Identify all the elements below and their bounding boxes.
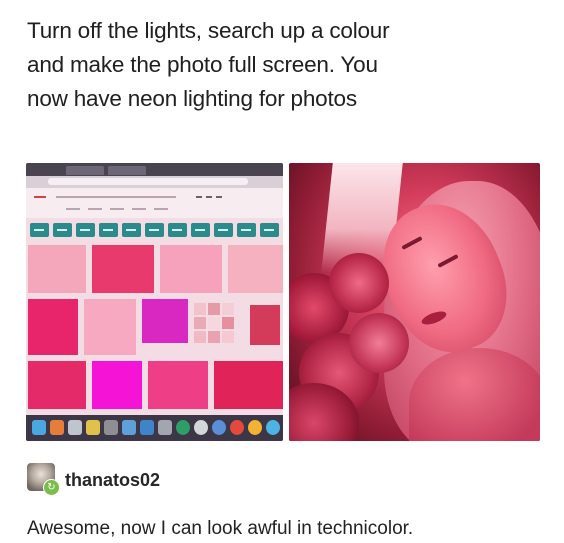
color-swatch <box>222 317 234 329</box>
comment-username[interactable]: thanatos02 <box>65 470 160 491</box>
color-swatch <box>194 303 206 315</box>
color-swatch <box>194 317 206 329</box>
browser-tab-bar <box>26 163 283 176</box>
color-swatch <box>160 245 222 293</box>
url-field <box>48 178 248 185</box>
color-swatch <box>84 299 136 355</box>
caption-line-1: Turn off the lights, search up a colour <box>27 18 390 43</box>
color-swatch <box>28 245 86 293</box>
color-swatch <box>148 361 208 409</box>
laptop-screen-photo[interactable] <box>26 163 283 441</box>
caption-line-2: and make the photo full screen. You <box>27 52 378 77</box>
rose <box>329 253 389 313</box>
color-swatch <box>92 361 142 409</box>
comment-text: Awesome, now I can look awful in technic… <box>27 518 414 539</box>
color-swatch <box>208 317 220 329</box>
color-swatch <box>208 303 220 315</box>
caption-line-3: now have neon lighting for photos <box>27 86 357 111</box>
color-swatch <box>142 299 188 343</box>
user-avatar[interactable]: ↻ <box>27 463 60 496</box>
color-swatch <box>92 245 154 293</box>
color-swatch <box>28 299 78 355</box>
search-header <box>26 188 283 218</box>
reblog-badge-icon: ↻ <box>43 479 60 496</box>
color-swatch <box>222 331 234 343</box>
color-swatch <box>250 305 280 345</box>
browser-screen <box>26 163 283 441</box>
color-swatch <box>222 303 234 315</box>
post-caption: Turn off the lights, search up a colour … <box>27 14 547 116</box>
color-swatch <box>208 331 220 343</box>
color-swatch <box>214 361 283 409</box>
neon-portrait-photo[interactable] <box>289 163 540 441</box>
color-swatch <box>228 245 283 293</box>
color-swatch <box>28 361 86 409</box>
rose <box>349 313 409 373</box>
color-swatch <box>194 331 206 343</box>
laptop-dock <box>26 415 283 441</box>
related-search-chips <box>26 223 283 239</box>
